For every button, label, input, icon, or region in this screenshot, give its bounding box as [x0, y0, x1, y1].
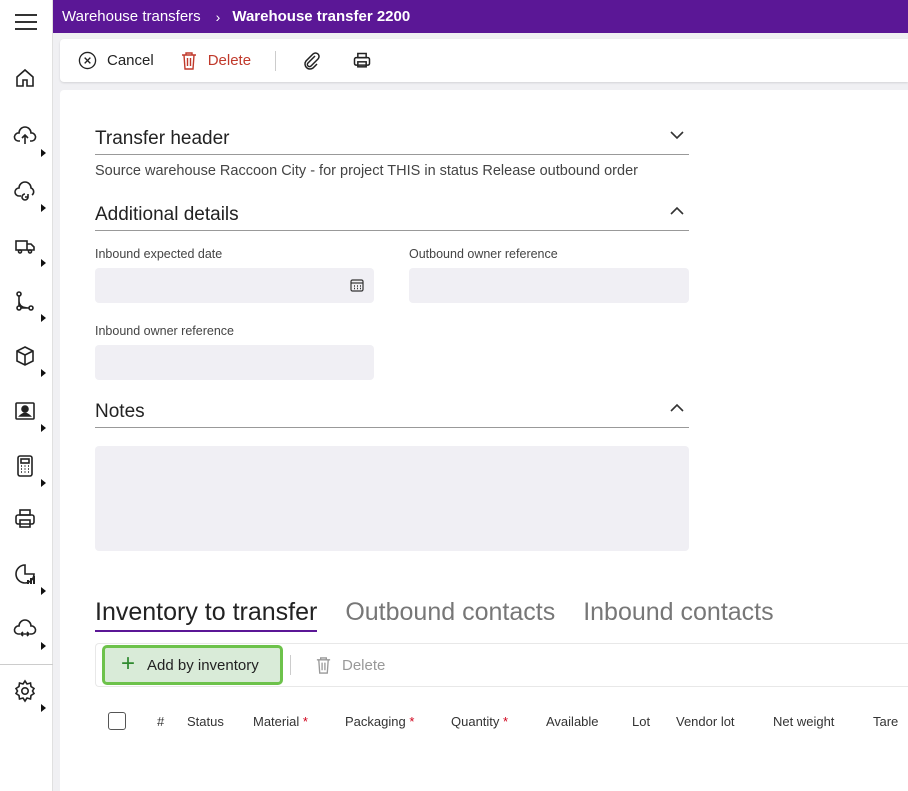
transfer-header-summary: Source warehouse Raccoon City - for proj…	[95, 163, 638, 179]
cancel-circle-icon	[78, 51, 97, 70]
col-packaging[interactable]: Packaging *	[345, 714, 414, 729]
required-marker: *	[503, 714, 509, 729]
cloud-transfer-icon[interactable]	[13, 617, 46, 650]
upload-icon[interactable]	[13, 124, 46, 157]
tab-inbound-contacts[interactable]: Inbound contacts	[583, 598, 773, 632]
breadcrumb: Warehouse transfers › Warehouse transfer…	[53, 0, 908, 33]
col-lot[interactable]: Lot	[632, 714, 650, 729]
plus-icon: +	[121, 649, 136, 677]
toolbar-divider	[275, 50, 277, 71]
calculator-icon[interactable]	[13, 454, 46, 487]
menu-icon[interactable]	[15, 14, 37, 30]
tab-strip: Inventory to transfer Outbound contacts …	[95, 598, 802, 632]
box-icon[interactable]	[13, 344, 46, 377]
required-marker: *	[302, 714, 308, 729]
tab-inventory-to-transfer[interactable]: Inventory to transfer	[95, 598, 318, 632]
inbound-expected-date-label: Inbound expected date	[95, 247, 223, 261]
col-material[interactable]: Material *	[253, 714, 308, 729]
command-bar: Cancel Delete	[60, 39, 908, 82]
chevron-up-icon	[670, 403, 684, 412]
printer-icon	[353, 52, 371, 68]
grid-toolbar: + Add by inventory Delete	[95, 643, 908, 687]
delete-button[interactable]: Delete	[180, 51, 251, 71]
chevron-down-icon	[670, 131, 684, 140]
select-all-checkbox[interactable]	[108, 712, 126, 730]
paperclip-icon	[304, 51, 320, 70]
required-marker: *	[409, 714, 415, 729]
grid-header-row: # Status Material * Packaging * Quantity…	[95, 710, 908, 734]
transfer-header-title: Transfer header	[95, 128, 230, 149]
col-status[interactable]: Status	[187, 714, 224, 729]
delete-label: Delete	[207, 52, 252, 69]
transfer-header-section[interactable]: Transfer header	[95, 128, 689, 155]
inbound-owner-reference-field[interactable]	[95, 345, 374, 380]
cancel-button[interactable]: Cancel	[78, 51, 154, 70]
breadcrumb-parent-link[interactable]: Warehouse transfers	[62, 8, 201, 25]
add-by-inventory-button[interactable]: + Add by inventory	[102, 645, 283, 685]
col-vendor-lot[interactable]: Vendor lot	[676, 714, 735, 729]
rail-divider	[0, 664, 53, 665]
cloud-sync-icon[interactable]	[13, 179, 46, 212]
col-quantity[interactable]: Quantity *	[451, 714, 508, 729]
print-button[interactable]	[352, 51, 372, 71]
notes-textarea[interactable]	[95, 446, 689, 551]
report-chart-icon[interactable]	[13, 562, 46, 595]
chevron-up-icon	[670, 206, 684, 215]
trash-icon	[316, 656, 331, 674]
attach-button[interactable]	[302, 51, 322, 71]
col-number[interactable]: #	[157, 714, 164, 729]
col-net-weight[interactable]: Net weight	[773, 714, 834, 729]
additional-details-title: Additional details	[95, 204, 239, 225]
grid-delete-button[interactable]: Delete	[315, 656, 385, 675]
inbound-owner-reference-label: Inbound owner reference	[95, 324, 234, 338]
settings-icon[interactable]	[13, 679, 46, 712]
tab-outbound-contacts[interactable]: Outbound contacts	[345, 598, 555, 632]
printer-icon[interactable]	[13, 507, 39, 533]
left-nav-rail	[0, 0, 53, 791]
notes-title: Notes	[95, 401, 145, 422]
col-tare[interactable]: Tare	[873, 714, 898, 729]
page-title: Warehouse transfer 2200	[232, 8, 411, 25]
col-available[interactable]: Available	[546, 714, 599, 729]
grid-toolbar-divider	[290, 655, 291, 675]
chevron-right-icon: ›	[215, 8, 221, 25]
home-icon[interactable]	[13, 66, 39, 92]
form-panel: Transfer header Source warehouse Raccoon…	[60, 90, 908, 791]
calendar-icon[interactable]	[350, 278, 364, 292]
trash-icon	[181, 51, 196, 70]
inbound-expected-date-field[interactable]	[95, 268, 374, 303]
cancel-label: Cancel	[107, 52, 154, 69]
outbound-owner-reference-field[interactable]	[409, 268, 689, 303]
truck-icon[interactable]	[13, 234, 46, 267]
notes-section[interactable]: Notes	[95, 401, 689, 428]
additional-details-section[interactable]: Additional details	[95, 204, 689, 231]
outbound-owner-reference-label: Outbound owner reference	[409, 247, 558, 261]
grid-delete-label: Delete	[342, 656, 386, 674]
workflow-icon[interactable]	[13, 289, 46, 322]
id-card-icon[interactable]	[13, 399, 46, 432]
add-by-inventory-label: Add by inventory	[147, 656, 259, 674]
